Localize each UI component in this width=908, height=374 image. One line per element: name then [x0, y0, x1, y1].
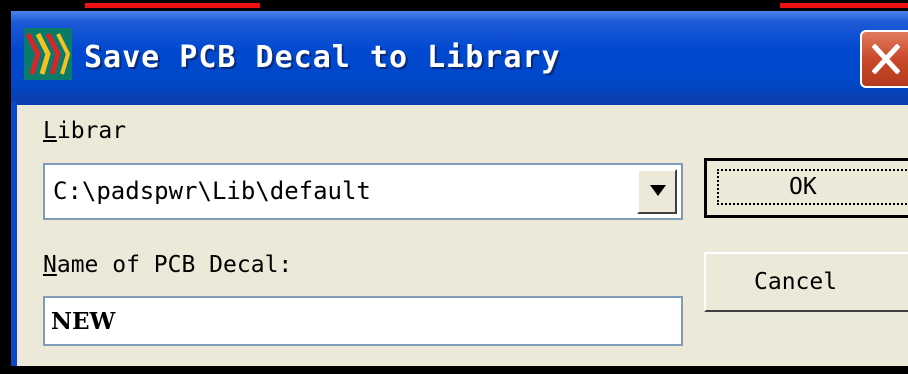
dialog-window: Save PCB Decal to Library Librar C:\pads…: [0, 0, 908, 374]
background-accent: [780, 3, 908, 8]
window-border-blue: [11, 101, 17, 366]
close-icon: [872, 44, 900, 74]
library-path-value: C:\padspwr\Lib\default: [53, 177, 371, 205]
window-border-left: [0, 0, 11, 374]
pads-logo-icon: [24, 28, 72, 80]
cancel-button-label: Cancel: [754, 269, 838, 295]
decal-name-label: Name of PCB Decal:: [43, 252, 292, 278]
library-combobox[interactable]: C:\padspwr\Lib\default: [43, 163, 683, 220]
library-dropdown-button[interactable]: [637, 169, 677, 214]
window-border-bottom: [0, 366, 908, 374]
title-bar[interactable]: Save PCB Decal to Library: [11, 11, 908, 101]
decal-name-label-mnemonic: N: [43, 252, 57, 278]
library-label-mnemonic: L: [43, 118, 57, 144]
library-label: Librar: [43, 118, 126, 144]
ok-button[interactable]: OK: [704, 158, 908, 218]
library-label-text: ibrar: [56, 118, 127, 144]
ok-button-label: OK: [789, 174, 817, 200]
decal-name-input[interactable]: NEW: [43, 296, 683, 346]
chevron-down-icon: [650, 185, 666, 196]
decal-name-label-text: ame of PCB Decal:: [56, 252, 293, 278]
cancel-button[interactable]: Cancel: [704, 252, 908, 312]
close-button[interactable]: [860, 30, 908, 88]
background-accent: [85, 3, 260, 8]
window-title: Save PCB Decal to Library: [84, 40, 561, 75]
title-bar-edge: [11, 101, 908, 105]
decal-name-value: NEW: [51, 308, 116, 335]
